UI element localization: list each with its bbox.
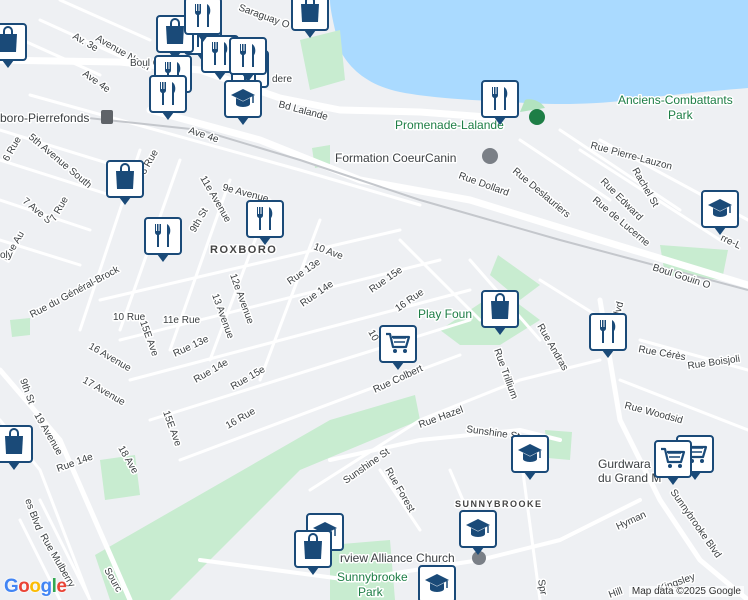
place-label: Play Foun [418, 307, 472, 321]
map-canvas[interactable]: ROXBORO SUNNYBROOKE Anciens-Combattants … [0, 0, 748, 600]
street-label: oly [0, 250, 13, 261]
place-label: Gurdwara [598, 457, 651, 471]
train-station-icon [101, 110, 113, 124]
google-logo: Google [4, 576, 67, 597]
street-label: 11e Rue [163, 315, 201, 326]
place-label: Sunnybrooke [337, 570, 408, 584]
place-label: du Grand M [598, 471, 661, 485]
park-tree-icon [529, 109, 545, 125]
place-label: Promenade-Lalande [395, 118, 504, 132]
street-label: dere [272, 74, 292, 85]
map-attribution[interactable]: Map data ©2025 Google [628, 586, 744, 597]
place-label: Formation CoeurCanin [335, 151, 456, 165]
poi-marker[interactable] [418, 565, 456, 600]
pet-icon [482, 148, 498, 164]
place-label: Anciens-Combattants [618, 93, 733, 107]
place-label: Park [668, 108, 694, 122]
place-label: boro-Pierrefonds [0, 111, 89, 125]
place-label: Park [358, 585, 384, 599]
area-label: SUNNYBROOKE [455, 499, 543, 509]
place-label: rview Alliance Church [340, 551, 455, 565]
area-label: ROXBORO [210, 244, 277, 256]
river [330, 0, 748, 104]
